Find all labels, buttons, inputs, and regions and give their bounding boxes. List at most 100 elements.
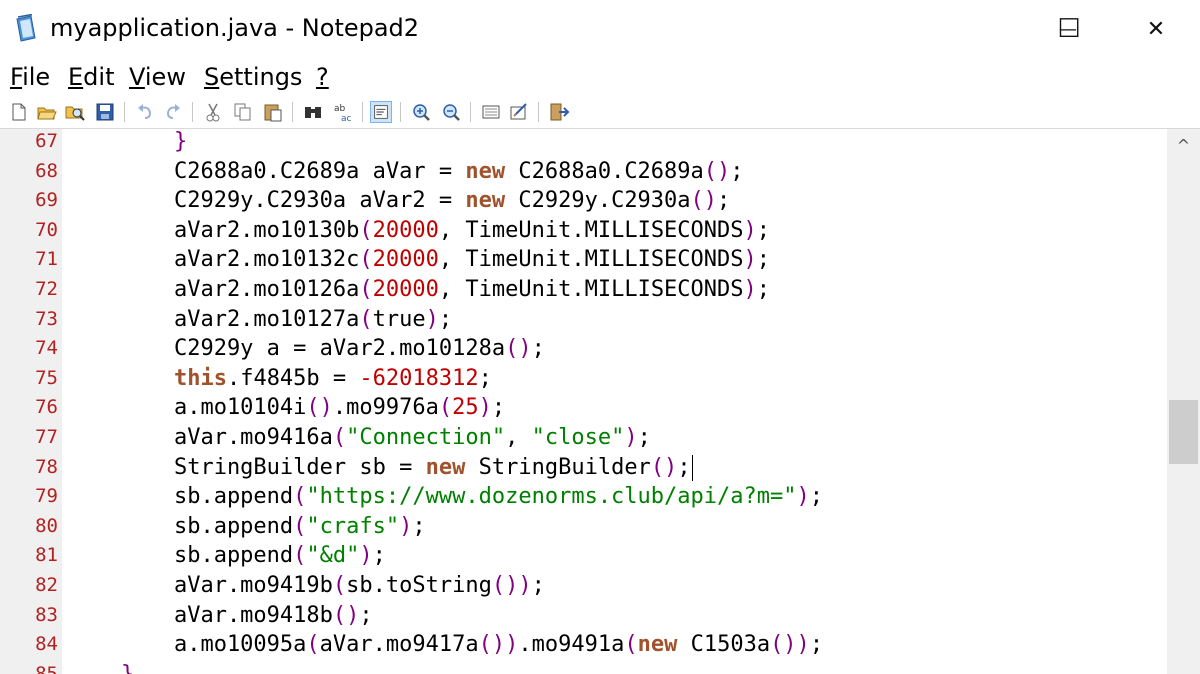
code-token: )	[478, 395, 492, 421]
code-token: )	[743, 247, 757, 273]
code-token: StringBuilder	[465, 454, 651, 480]
menu-bar: File Edit View Settings ?	[0, 58, 1200, 96]
code-token: , TimeUnit.MILLISECONDS	[438, 277, 744, 302]
code-line: 76 a.mo10104i().mo9976a(25);	[0, 393, 1167, 423]
zoom-out-icon[interactable]	[440, 101, 462, 123]
code-token: sb.append	[68, 513, 294, 539]
customize-icon[interactable]	[508, 101, 530, 123]
code-text: sb.append("crafs");	[68, 512, 426, 542]
code-token: ;	[809, 632, 824, 658]
code-line: 70 aVar2.mo10130b(20000, TimeUnit.MILLIS…	[0, 216, 1167, 246]
code-token: C1503a	[677, 632, 771, 658]
code-token: new	[425, 454, 466, 480]
code-token: ())	[478, 632, 519, 658]
code-token: aVar.mo9416a	[68, 425, 333, 450]
word-wrap-icon[interactable]	[370, 101, 392, 123]
code-line: 72 aVar2.mo10126a(20000, TimeUnit.MILLIS…	[0, 275, 1167, 305]
code-token: ;	[637, 425, 651, 450]
code-line: 83 aVar.mo9418b();	[0, 601, 1167, 631]
code-token: "&d"	[306, 543, 360, 569]
code-token: )	[425, 306, 439, 332]
copy-icon[interactable]	[232, 101, 254, 123]
code-token: (	[293, 543, 307, 569]
code-token: (	[293, 513, 307, 539]
code-token: ;	[717, 188, 731, 214]
code-token: aVar2.mo10130b	[68, 217, 360, 243]
code-line: 85 }	[0, 660, 1167, 674]
open-icon[interactable]	[36, 101, 58, 123]
code-token: this	[68, 365, 227, 391]
code-token: , TimeUnit.MILLISECONDS	[438, 217, 744, 243]
code-token: (	[332, 425, 347, 450]
text-caret	[691, 454, 693, 481]
menu-edit[interactable]: Edit	[68, 62, 114, 92]
scroll-up-button[interactable]: ^	[1167, 129, 1200, 162]
code-token: (	[306, 632, 320, 658]
toolbar-separator	[192, 102, 193, 122]
code-token: ;	[531, 336, 545, 362]
save-icon[interactable]	[94, 101, 116, 123]
toolbar-separator	[124, 102, 125, 122]
paste-icon[interactable]	[262, 101, 284, 123]
code-text: aVar.mo9416a("Connection", "close");	[68, 423, 651, 453]
code-token: ()	[650, 454, 678, 480]
code-token: 20000	[372, 217, 439, 243]
scroll-thumb[interactable]	[1169, 400, 1198, 464]
code-text: aVar2.mo10132c(20000, TimeUnit.MILLISECO…	[68, 245, 770, 275]
code-token: C2929y.C2930a aVar2 =	[68, 188, 466, 214]
replace-icon[interactable]: abac	[332, 101, 354, 123]
cut-icon[interactable]	[202, 101, 224, 123]
code-token: ())	[491, 573, 532, 598]
code-token: )	[359, 543, 373, 569]
code-token: (	[332, 573, 347, 598]
line-number: 79	[35, 485, 58, 508]
code-token: (	[438, 395, 453, 421]
code-text: C2929y a = aVar2.mo10128a();	[68, 334, 545, 364]
menu-view[interactable]: View	[129, 62, 186, 92]
code-token: ;	[438, 306, 453, 332]
code-token: "crafs"	[306, 513, 400, 539]
line-number: 77	[35, 426, 58, 448]
undo-icon[interactable]	[134, 101, 156, 123]
code-token: , TimeUnit.MILLISECONDS	[438, 247, 744, 273]
code-token: a.mo10095a	[68, 632, 307, 658]
toolbar-separator	[362, 102, 363, 122]
zoom-in-icon[interactable]	[410, 101, 432, 123]
browse-icon[interactable]	[64, 101, 86, 123]
code-token: .mo9976a	[332, 395, 439, 421]
line-number: 82	[35, 574, 58, 596]
maximize-button[interactable]: ☐	[1025, 0, 1113, 58]
menu-help[interactable]: ?	[316, 62, 329, 92]
new-file-icon[interactable]	[8, 101, 30, 123]
vertical-scrollbar[interactable]: ^	[1167, 129, 1200, 674]
exit-icon[interactable]	[548, 101, 570, 123]
code-editor[interactable]: 67 } 68 C2688a0.C2689a aVar = new C2688a0…	[0, 129, 1167, 674]
line-number: 68	[35, 159, 58, 182]
code-token: ;	[478, 365, 492, 391]
find-icon[interactable]	[302, 101, 324, 123]
toolbar-separator	[292, 102, 293, 122]
code-text: a.mo10095a(aVar.mo9417a()).mo9491a(new C…	[68, 630, 823, 660]
code-token: ()	[703, 158, 731, 184]
scheme-icon[interactable]	[480, 101, 502, 123]
menu-settings[interactable]: Settings	[204, 62, 302, 92]
code-token: (	[359, 277, 373, 302]
code-token: )	[743, 217, 757, 243]
line-number: 80	[35, 514, 58, 537]
code-token: ()	[332, 602, 360, 628]
code-text: StringBuilder sb = new StringBuilder();	[68, 453, 693, 483]
code-line: 82 aVar.mo9419b(sb.toString());	[0, 571, 1167, 601]
code-text: }	[68, 129, 187, 157]
toolbar-separator	[470, 102, 471, 122]
code-text: aVar.mo9419b(sb.toString());	[68, 571, 545, 601]
menu-file[interactable]: File	[10, 62, 50, 92]
code-token: C2688a0.C2689a	[505, 158, 704, 184]
code-token: (	[624, 632, 638, 658]
code-token: ())	[770, 632, 810, 658]
code-line: 80 sb.append("crafs");	[0, 512, 1167, 542]
line-number: 73	[35, 307, 58, 330]
close-button[interactable]: ✕	[1112, 0, 1200, 58]
notepad-icon	[16, 14, 36, 42]
redo-icon[interactable]	[162, 101, 184, 123]
